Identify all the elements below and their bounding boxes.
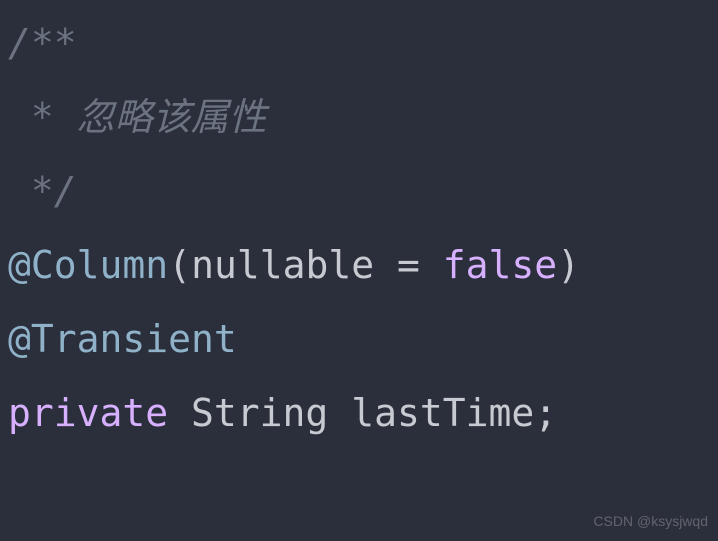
- comment-line: * 忽略该属性: [8, 95, 267, 139]
- comment-line: /**: [8, 21, 77, 65]
- equals-operator: =: [397, 243, 420, 287]
- semicolon: ;: [534, 391, 557, 435]
- at-sign-icon: @: [8, 317, 31, 361]
- type-name: String: [191, 391, 328, 435]
- comment-line: */: [8, 169, 77, 213]
- annotation-param: nullable: [191, 243, 374, 287]
- annotation-name: Transient: [31, 317, 237, 361]
- rparen: ): [557, 243, 580, 287]
- at-sign-icon: @: [8, 243, 31, 287]
- field-declaration: private String lastTime;: [8, 391, 557, 435]
- watermark-text: CSDN @ksysjwqd: [593, 508, 708, 535]
- annotation-transient: @Transient: [8, 317, 237, 361]
- lparen: (: [168, 243, 191, 287]
- code-block: /** * 忽略该属性 */ @Column(nullable = false)…: [8, 6, 710, 451]
- field-name: lastTime: [351, 391, 534, 435]
- annotation-name: Column: [31, 243, 168, 287]
- boolean-literal: false: [443, 243, 557, 287]
- annotation-column: @Column(nullable = false): [8, 243, 580, 287]
- modifier-keyword: private: [8, 391, 168, 435]
